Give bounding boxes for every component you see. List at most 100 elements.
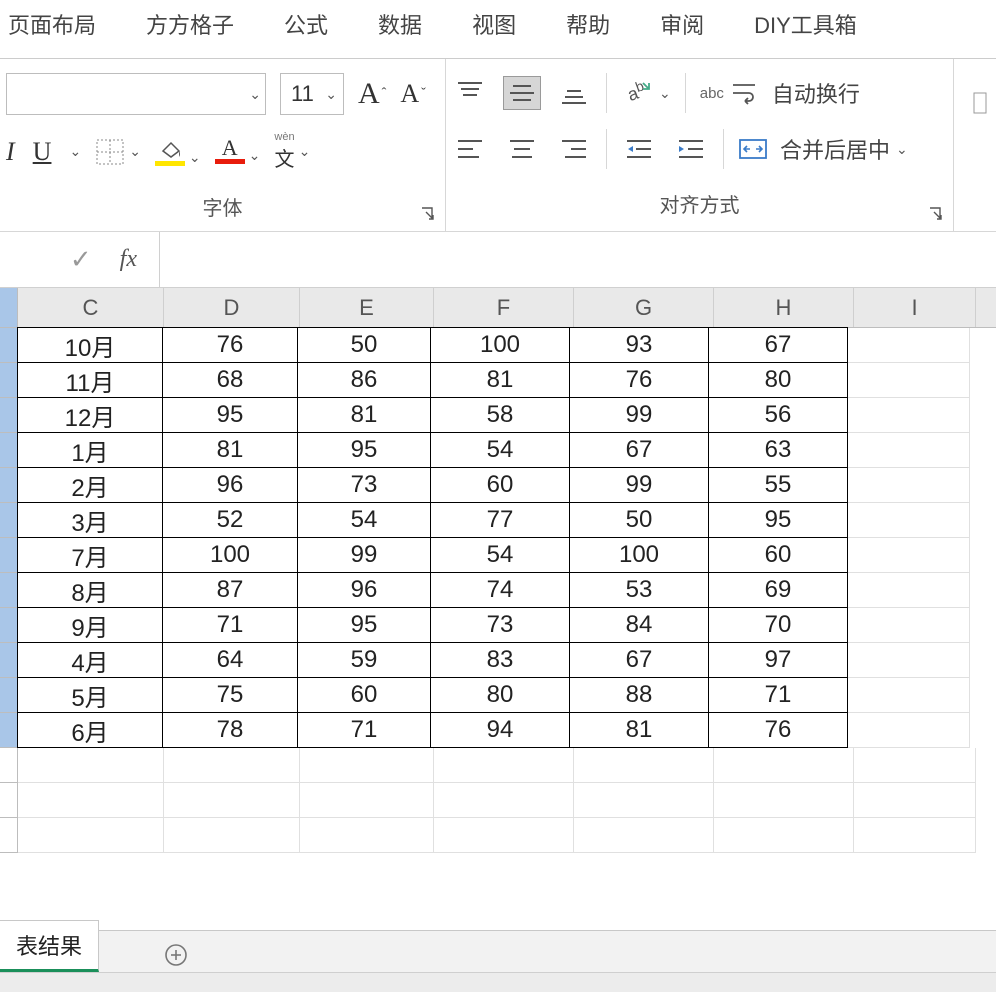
row-header[interactable] xyxy=(0,748,18,783)
row-header[interactable] xyxy=(0,398,18,433)
cell[interactable]: 81 xyxy=(569,712,709,748)
cell[interactable]: 67 xyxy=(708,327,848,363)
cell[interactable]: 2月 xyxy=(17,467,163,503)
cell[interactable]: 60 xyxy=(430,467,570,503)
row-header[interactable] xyxy=(0,468,18,503)
cell[interactable]: 70 xyxy=(708,607,848,643)
menu-page-layout[interactable]: 页面布局 xyxy=(8,8,96,40)
row-header[interactable] xyxy=(0,608,18,643)
cell[interactable]: 78 xyxy=(162,712,298,748)
cell[interactable]: 86 xyxy=(297,362,431,398)
fill-color-button[interactable]: ⌄ xyxy=(155,137,201,166)
cell[interactable]: 99 xyxy=(569,397,709,433)
cell[interactable]: 52 xyxy=(162,502,298,538)
row-header[interactable] xyxy=(0,713,18,748)
cell[interactable]: 88 xyxy=(569,677,709,713)
cell[interactable]: 73 xyxy=(430,607,570,643)
cell[interactable]: 95 xyxy=(162,397,298,433)
row-header[interactable] xyxy=(0,503,18,538)
decrease-indent-icon[interactable] xyxy=(621,133,657,165)
cell[interactable]: 59 xyxy=(297,642,431,678)
font-size-select[interactable]: 11 ⌄ xyxy=(280,73,344,115)
cell[interactable]: 4月 xyxy=(17,642,163,678)
cell[interactable]: 56 xyxy=(708,397,848,433)
align-middle-icon[interactable] xyxy=(504,77,540,109)
cell[interactable]: 11月 xyxy=(17,362,163,398)
cell[interactable] xyxy=(164,748,300,783)
col-header-H[interactable]: H xyxy=(714,288,854,327)
cell[interactable] xyxy=(300,818,434,853)
cell[interactable]: 54 xyxy=(430,432,570,468)
cell[interactable]: 94 xyxy=(430,712,570,748)
font-color-button[interactable]: A ⌄ xyxy=(215,139,261,164)
cell[interactable] xyxy=(18,748,164,783)
italic-button[interactable]: I xyxy=(6,137,15,167)
col-header-I[interactable]: I xyxy=(854,288,976,327)
cell[interactable] xyxy=(714,818,854,853)
add-sheet-button[interactable] xyxy=(159,938,193,972)
align-center-icon[interactable] xyxy=(504,133,540,165)
align-left-icon[interactable] xyxy=(452,133,488,165)
cell[interactable] xyxy=(574,783,714,818)
cell[interactable]: 81 xyxy=(162,432,298,468)
align-bottom-icon[interactable] xyxy=(556,77,592,109)
cell[interactable]: 53 xyxy=(569,572,709,608)
cell[interactable] xyxy=(18,783,164,818)
cell[interactable] xyxy=(848,678,970,713)
cell[interactable]: 80 xyxy=(430,677,570,713)
cell[interactable]: 9月 xyxy=(17,607,163,643)
row-header[interactable] xyxy=(0,433,18,468)
cell[interactable] xyxy=(848,573,970,608)
cell[interactable]: 12月 xyxy=(17,397,163,433)
menu-formula[interactable]: 公式 xyxy=(284,8,328,40)
cell[interactable]: 54 xyxy=(430,537,570,573)
row-header[interactable] xyxy=(0,573,18,608)
cell[interactable]: 81 xyxy=(297,397,431,433)
cell[interactable] xyxy=(848,468,970,503)
row-header[interactable] xyxy=(0,328,18,363)
cell[interactable]: 58 xyxy=(430,397,570,433)
cell[interactable]: 100 xyxy=(162,537,298,573)
cell[interactable]: 50 xyxy=(569,502,709,538)
cell[interactable] xyxy=(574,818,714,853)
cell[interactable] xyxy=(848,643,970,678)
cell[interactable]: 1月 xyxy=(17,432,163,468)
cell[interactable]: 96 xyxy=(297,572,431,608)
formula-input[interactable] xyxy=(160,232,996,287)
align-top-icon[interactable] xyxy=(452,77,488,109)
cell[interactable]: 3月 xyxy=(17,502,163,538)
cell[interactable] xyxy=(848,328,970,363)
cell[interactable] xyxy=(848,538,970,573)
cell[interactable] xyxy=(848,713,970,748)
cell[interactable] xyxy=(300,748,434,783)
menu-view[interactable]: 视图 xyxy=(472,8,516,40)
col-header-C[interactable]: C xyxy=(18,288,164,327)
increase-font-icon[interactable]: Aˆ xyxy=(358,77,386,111)
cell[interactable]: 71 xyxy=(162,607,298,643)
row-header[interactable] xyxy=(0,818,18,853)
cell[interactable]: 73 xyxy=(297,467,431,503)
cell[interactable]: 99 xyxy=(569,467,709,503)
row-header[interactable] xyxy=(0,643,18,678)
cell[interactable] xyxy=(434,818,574,853)
cell[interactable] xyxy=(714,748,854,783)
cell[interactable]: 8月 xyxy=(17,572,163,608)
cell[interactable]: 75 xyxy=(162,677,298,713)
cell[interactable]: 100 xyxy=(430,327,570,363)
cell[interactable]: 76 xyxy=(708,712,848,748)
cell[interactable]: 76 xyxy=(162,327,298,363)
cell[interactable]: 64 xyxy=(162,642,298,678)
sheet-tab-active[interactable]: 表结果 xyxy=(0,920,99,972)
phonetic-guide-button[interactable]: wèn 文 ⌄ xyxy=(274,131,310,172)
cell[interactable]: 96 xyxy=(162,467,298,503)
row-header[interactable] xyxy=(0,363,18,398)
menu-data[interactable]: 数据 xyxy=(378,8,422,40)
cell[interactable]: 71 xyxy=(708,677,848,713)
cell[interactable] xyxy=(164,783,300,818)
col-header-E[interactable]: E xyxy=(300,288,434,327)
cell[interactable] xyxy=(574,748,714,783)
menu-diy-toolbox[interactable]: DIY工具箱 xyxy=(754,8,857,40)
cell[interactable] xyxy=(714,783,854,818)
cell[interactable] xyxy=(854,818,976,853)
cell[interactable] xyxy=(300,783,434,818)
